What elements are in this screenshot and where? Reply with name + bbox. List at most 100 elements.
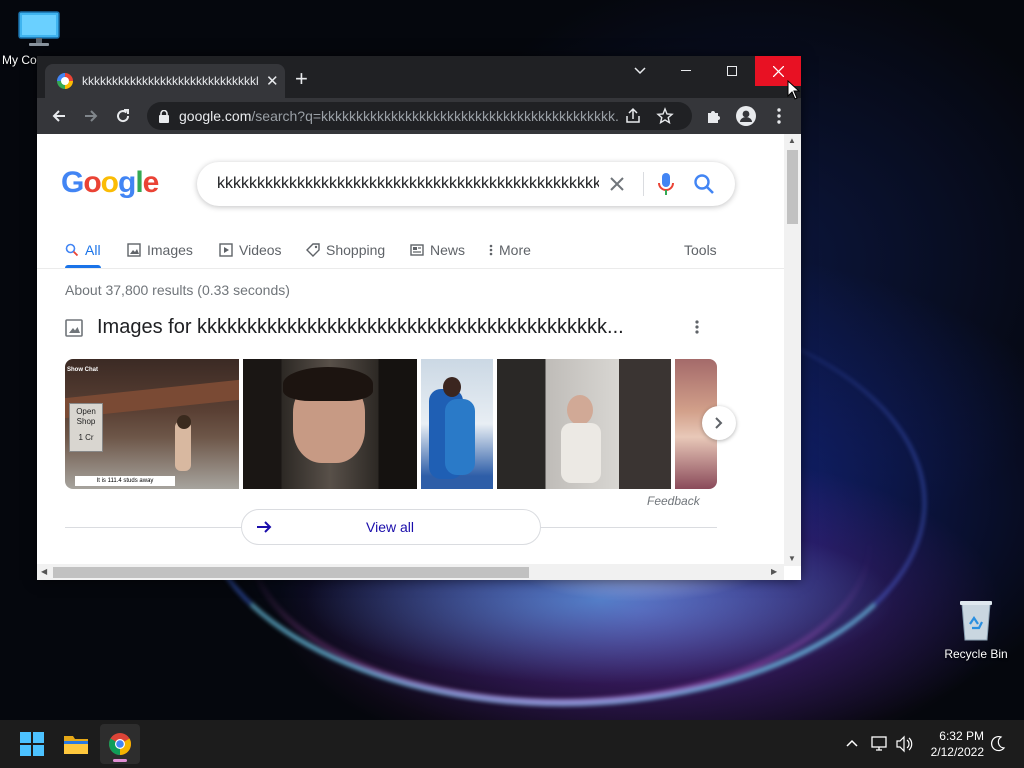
logo-letter: g (118, 166, 136, 199)
horizontal-scroll-thumb[interactable] (53, 567, 529, 578)
tab-close-icon[interactable]: ✕ (266, 72, 279, 90)
folder-icon (64, 736, 88, 754)
thumb-text: Open Shop (76, 407, 96, 426)
bookmark-star-icon[interactable] (656, 107, 674, 125)
vertical-scroll-thumb[interactable] (787, 150, 798, 224)
images-section-title: Images for kkkkkkkkkkkkkkkkkkkkkkkkkkkkk… (97, 316, 624, 338)
scroll-down-arrow-icon[interactable]: ▼ (788, 554, 796, 563)
reload-button[interactable] (111, 104, 135, 128)
tab-shopping[interactable]: Shopping (306, 234, 385, 266)
share-icon[interactable] (624, 107, 642, 125)
mouse-cursor-icon (787, 80, 801, 100)
tab-label: Images (147, 242, 193, 258)
tab-label: Shopping (326, 242, 386, 258)
arrow-right-icon (257, 521, 272, 533)
desktop-icon-recycle-bin[interactable]: Recycle Bin (940, 598, 1012, 661)
minimize-icon (681, 70, 691, 71)
clock-time: 6:32 PM (939, 729, 984, 743)
arrow-right-icon (85, 110, 98, 122)
vertical-scrollbar[interactable]: ▲ ▼ (784, 134, 801, 566)
scroll-right-arrow-icon[interactable]: ▶ (771, 567, 777, 576)
browser-tab-active[interactable]: kkkkkkkkkkkkkkkkkkkkkkkkkkkkkkkkkkkkkkkk… (45, 64, 285, 98)
chrome-icon (109, 733, 131, 755)
vertical-dots-icon[interactable] (695, 320, 699, 334)
maximize-icon (727, 66, 737, 76)
tab-videos[interactable]: Videos (219, 234, 282, 266)
clear-search-icon[interactable] (607, 174, 627, 194)
search-icon (65, 243, 79, 257)
moon-icon[interactable] (990, 734, 1006, 754)
chrome-menu-button[interactable] (767, 104, 791, 128)
tab-news[interactable]: News (410, 234, 465, 266)
search-icon[interactable] (693, 173, 715, 195)
reload-icon (117, 109, 130, 123)
view-all-button[interactable]: View all (241, 509, 541, 545)
close-icon (772, 65, 784, 77)
logo-letter: e (142, 166, 160, 199)
new-tab-button[interactable]: + (295, 68, 308, 90)
carousel-next-button[interactable] (702, 406, 736, 440)
taskbar: 6:32 PM 2/12/2022 (0, 720, 1024, 768)
play-icon (219, 243, 233, 257)
tab-label: More (499, 242, 531, 258)
scroll-left-arrow-icon[interactable]: ◀ (41, 567, 47, 576)
horizontal-scrollbar[interactable]: ◀ ▶ (37, 564, 784, 580)
thumb-text: It is 111.4 studs away (75, 476, 175, 486)
chevron-up-icon[interactable] (845, 734, 859, 754)
back-button[interactable] (47, 104, 71, 128)
lock-icon[interactable] (159, 109, 169, 123)
view-all-label: View all (366, 519, 414, 535)
image-icon (127, 243, 141, 257)
monitor-icon (18, 11, 60, 46)
url-path: /search?q=kkkkkkkkkkkkkkkkkkkkkkkkkkkkkk… (251, 108, 619, 124)
image-thumbnail[interactable] (243, 359, 417, 489)
vertical-dots-icon (777, 108, 781, 124)
chevron-down-icon (634, 67, 646, 75)
vertical-dots-icon (489, 244, 493, 256)
tab-tools[interactable]: Tools (684, 234, 717, 266)
logo-letter: l (135, 166, 143, 199)
profile-avatar-icon (736, 106, 756, 126)
extensions-button[interactable] (702, 104, 726, 128)
chrome-taskbar-button[interactable] (100, 724, 140, 764)
google-logo[interactable]: Google (61, 166, 160, 200)
images-section-header[interactable]: Images for kkkkkkkkkkkkkkkkkkkkkkkkkkkkk… (65, 316, 624, 339)
forward-button[interactable] (79, 104, 103, 128)
scroll-up-arrow-icon[interactable]: ▲ (788, 136, 796, 145)
thumb-text: 1 Cr (78, 433, 94, 442)
chrome-window: kkkkkkkkkkkkkkkkkkkkkkkkkkkkkkkkkkkkkkkk… (37, 56, 801, 580)
image-carousel: Show Chat Open Shop 1 Cr It is 111.4 stu… (65, 359, 717, 489)
windows-logo-icon (20, 732, 44, 756)
start-button[interactable] (12, 724, 52, 764)
tag-icon (306, 243, 320, 257)
maximize-button[interactable] (709, 56, 755, 86)
browser-toolbar: google.com/search?q=kkkkkkkkkkkkkkkkkkkk… (37, 98, 801, 134)
clock-date: 2/12/2022 (930, 745, 984, 759)
feedback-link[interactable]: Feedback (647, 494, 700, 508)
tab-search-button[interactable] (617, 56, 663, 86)
microphone-icon[interactable] (657, 172, 675, 196)
minimize-button[interactable] (663, 56, 709, 86)
image-thumbnail[interactable] (421, 359, 493, 489)
tab-all[interactable]: All (65, 234, 101, 268)
address-bar[interactable]: google.com/search?q=kkkkkkkkkkkkkkkkkkkk… (147, 102, 692, 130)
volume-icon[interactable] (895, 734, 913, 754)
network-icon[interactable] (871, 734, 889, 754)
tabs-divider (37, 268, 784, 269)
image-thumbnail[interactable]: Show Chat Open Shop 1 Cr It is 111.4 stu… (65, 359, 239, 489)
search-input[interactable]: kkkkkkkkkkkkkkkkkkkkkkkkkkkkkkkkkkkkkkkk… (217, 175, 599, 193)
chevron-right-icon (715, 417, 723, 429)
logo-letter: o (100, 166, 119, 199)
tab-images[interactable]: Images (127, 234, 193, 266)
newspaper-icon (410, 244, 424, 256)
tab-more[interactable]: More (489, 234, 531, 266)
file-explorer-button[interactable] (56, 724, 96, 764)
result-stats: About 37,800 results (0.33 seconds) (65, 282, 290, 298)
profile-button[interactable] (734, 104, 758, 128)
google-favicon-icon (57, 73, 73, 89)
taskbar-clock[interactable]: 6:32 PM 2/12/2022 (912, 728, 984, 760)
image-thumbnail[interactable] (497, 359, 671, 489)
search-box[interactable]: kkkkkkkkkkkkkkkkkkkkkkkkkkkkkkkkkkkkkkkk… (197, 162, 735, 206)
desktop-icon-label: Recycle Bin (944, 647, 1008, 661)
tab-label: Videos (239, 242, 282, 258)
